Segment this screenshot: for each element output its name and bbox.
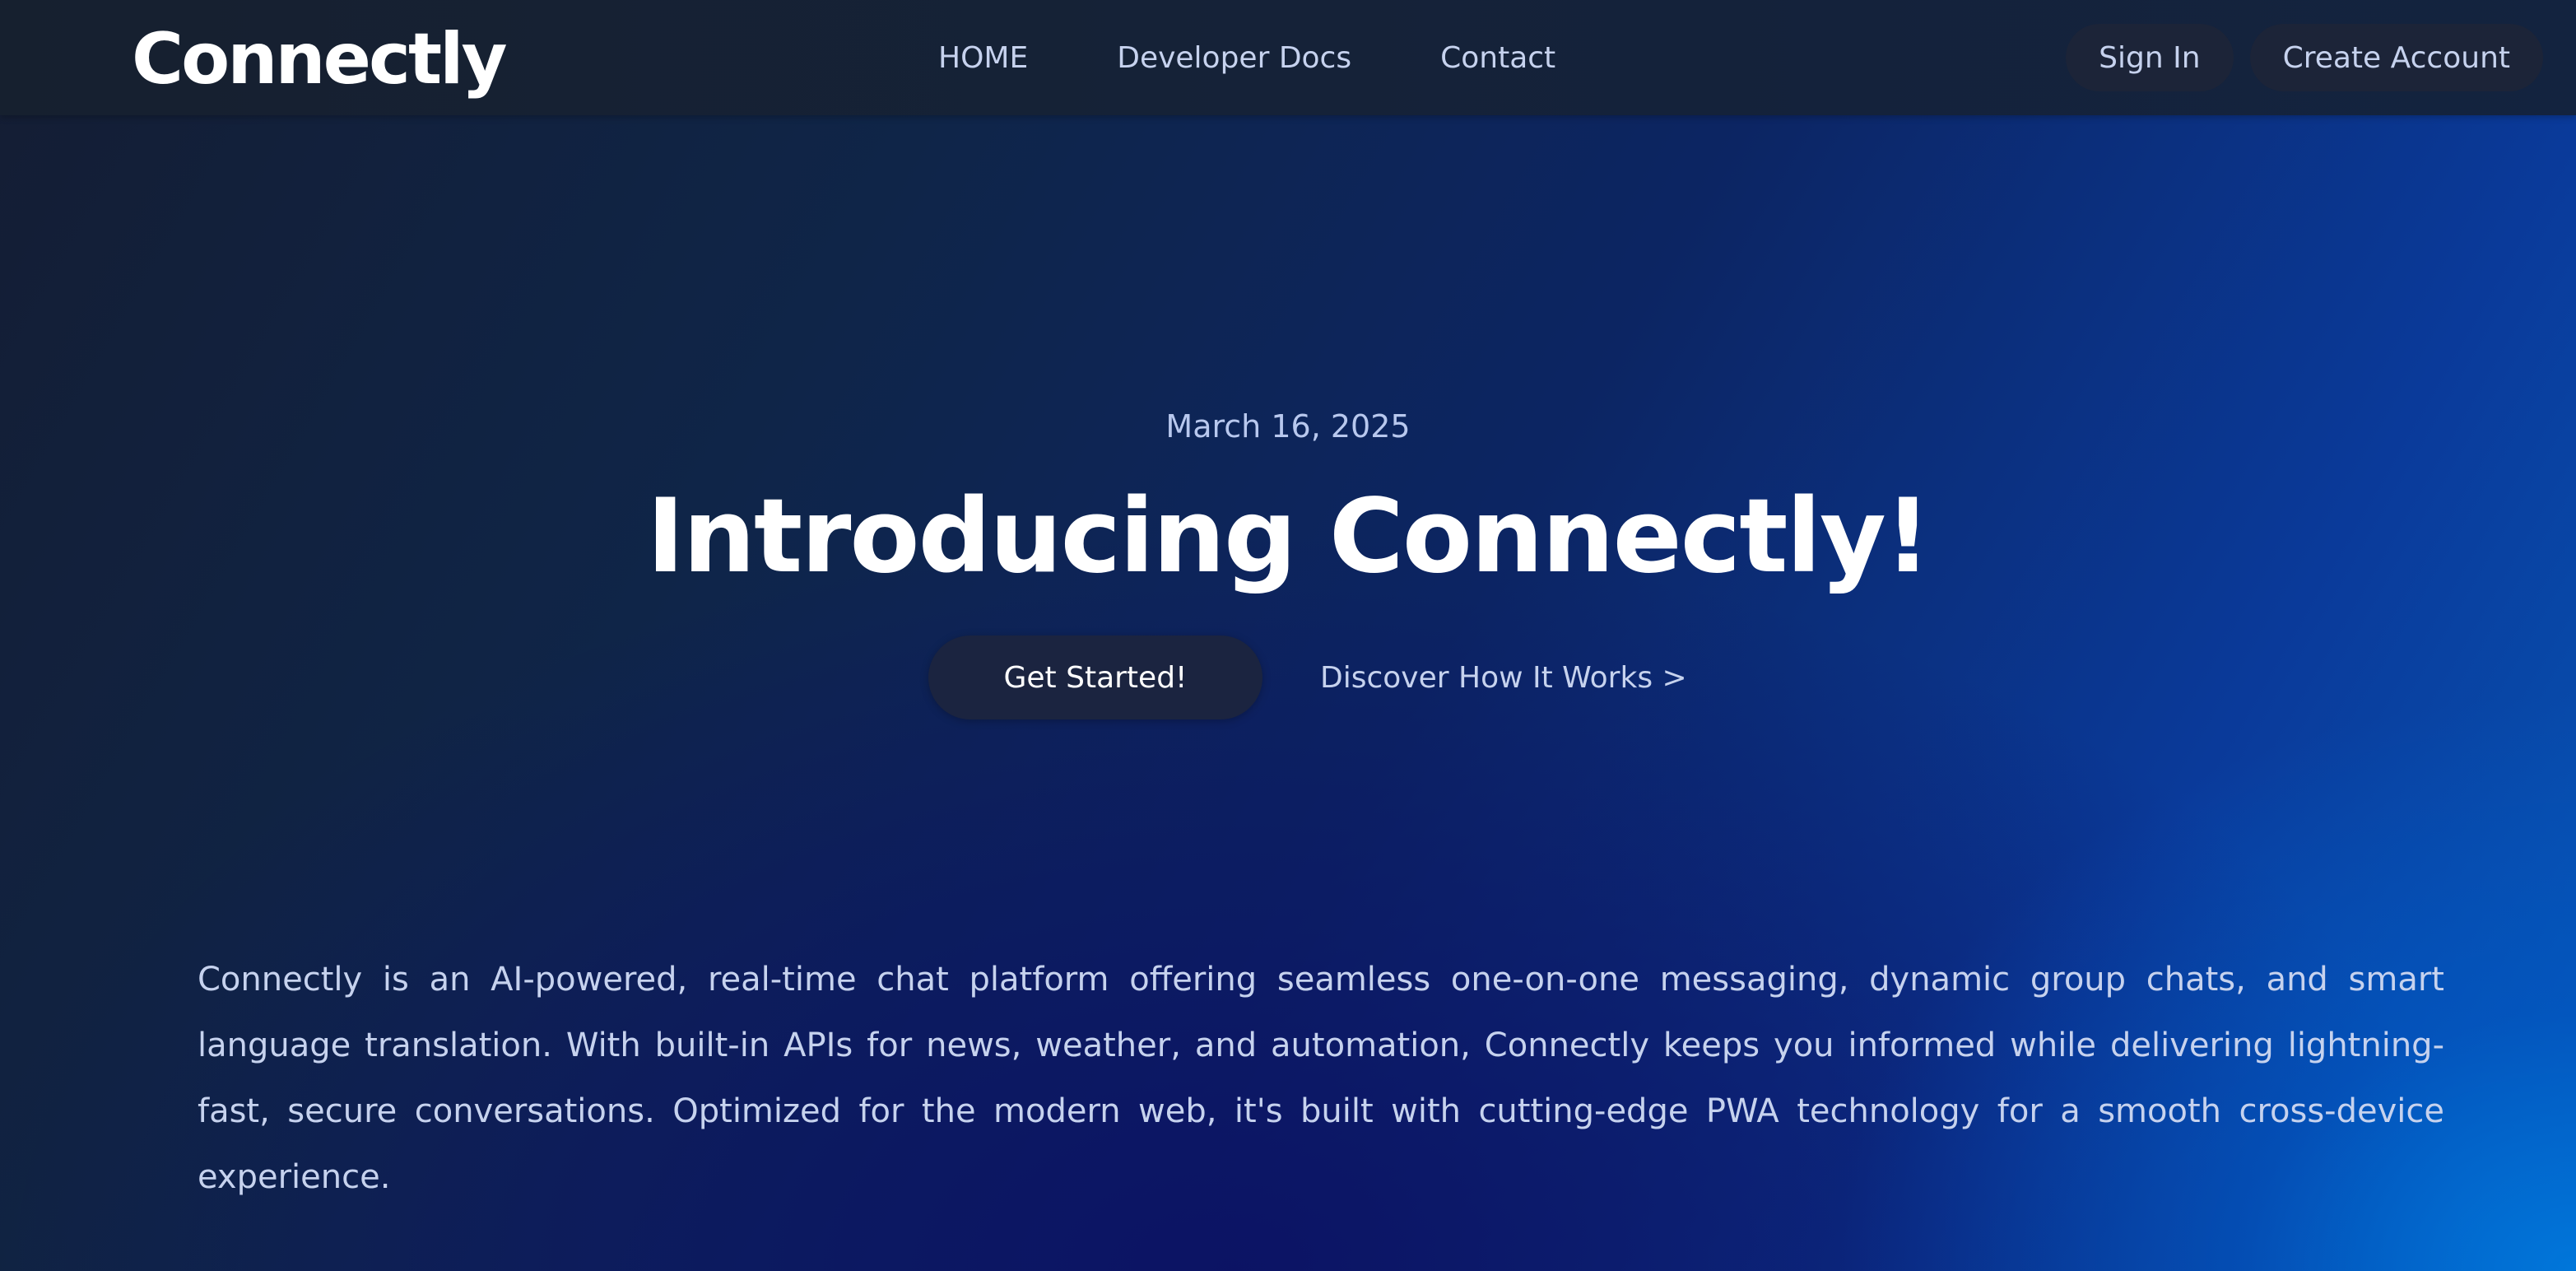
landing-page: Connectly HOME Developer Docs Contact Si… bbox=[0, 0, 2576, 1271]
hero-date: March 16, 2025 bbox=[1165, 408, 1411, 445]
nav-link-home[interactable]: HOME bbox=[938, 41, 1028, 75]
nav-link-developer-docs[interactable]: Developer Docs bbox=[1117, 41, 1351, 75]
auth-actions: Sign In Create Account bbox=[2066, 0, 2543, 115]
hero-cta-row: Get Started! Discover How It Works > bbox=[928, 636, 1687, 719]
primary-nav: HOME Developer Docs Contact bbox=[938, 0, 1555, 115]
get-started-button[interactable]: Get Started! bbox=[928, 636, 1262, 719]
discover-how-it-works-link[interactable]: Discover How It Works > bbox=[1320, 661, 1687, 695]
top-navbar: Connectly HOME Developer Docs Contact Si… bbox=[0, 0, 2576, 115]
nav-link-contact[interactable]: Contact bbox=[1440, 41, 1555, 75]
create-account-button[interactable]: Create Account bbox=[2249, 24, 2543, 91]
sign-in-button[interactable]: Sign In bbox=[2066, 24, 2234, 91]
product-description: Connectly is an AI-powered, real-time ch… bbox=[198, 961, 2444, 1196]
brand-logo[interactable]: Connectly bbox=[132, 18, 508, 100]
hero-title: Introducing Connectly! bbox=[646, 477, 1932, 596]
